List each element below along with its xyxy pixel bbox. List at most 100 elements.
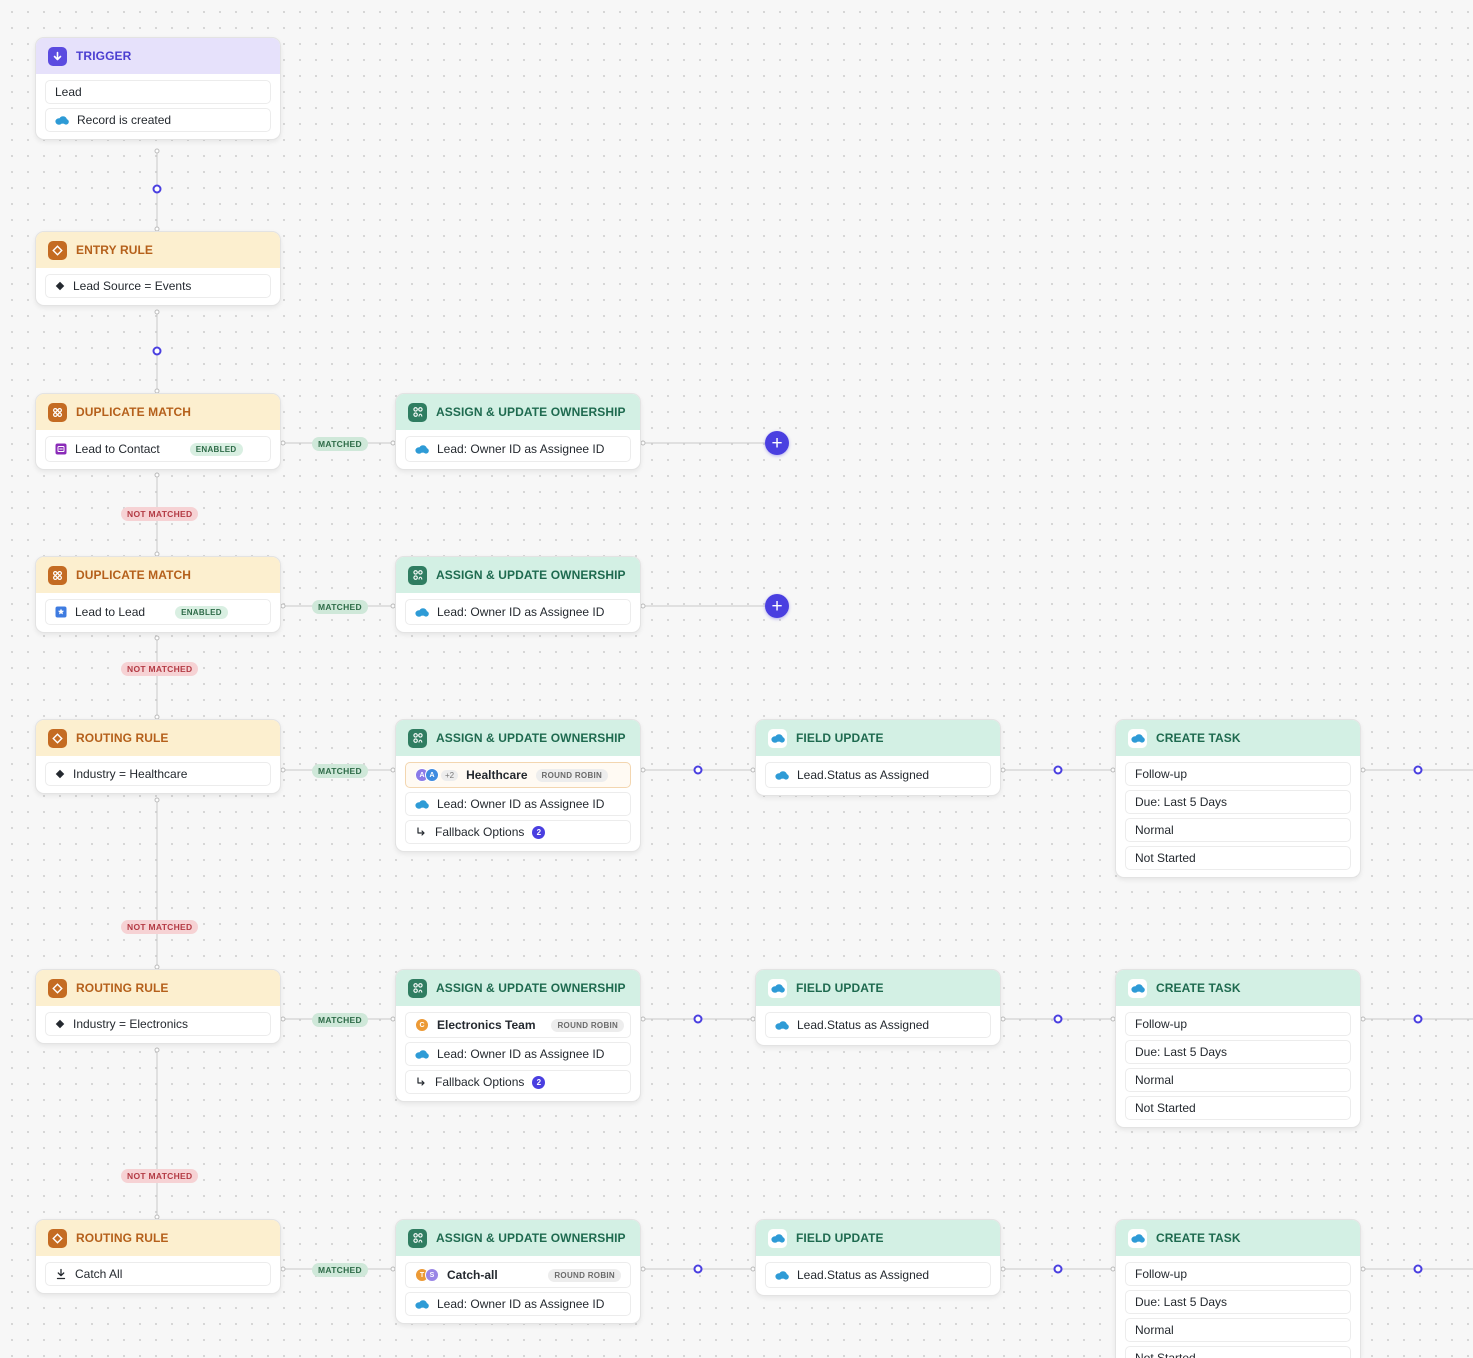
owner-mapping[interactable]: Lead: Owner ID as Assignee ID (405, 792, 631, 816)
matched-label: MATCHED (312, 1263, 368, 1277)
task-due[interactable]: Due: Last 5 Days (1125, 790, 1351, 814)
task-priority[interactable]: Normal (1125, 1318, 1351, 1342)
rule-icon (48, 240, 67, 260)
create-task-node-2[interactable]: CREATE TASK Follow-up Due: Last 5 Days N… (1115, 969, 1361, 1128)
condition-diamond-icon (55, 281, 65, 291)
task-due[interactable]: Due: Last 5 Days (1125, 1040, 1351, 1064)
create-task-node-1[interactable]: CREATE TASK Follow-up Due: Last 5 Days N… (1115, 719, 1361, 878)
create-task-node-3[interactable]: CREATE TASK Follow-up Due: Last 5 Days N… (1115, 1219, 1361, 1358)
team-avatars: C (415, 1018, 429, 1032)
node-title: FIELD UPDATE (796, 731, 884, 745)
round-robin-badge: ROUND ROBIN (548, 1268, 621, 1282)
not-matched-label: NOT MATCHED (121, 1169, 199, 1183)
routing-rule-node-3[interactable]: ROUTING RULE Catch All (35, 1219, 281, 1294)
salesforce-cloud-icon (775, 770, 789, 780)
task-subject[interactable]: Follow-up (1125, 762, 1351, 786)
condition-diamond-icon (55, 769, 65, 779)
entry-rule-condition[interactable]: Lead Source = Events (45, 274, 271, 298)
node-title: FIELD UPDATE (796, 981, 884, 995)
team-avatars: T S (415, 1268, 439, 1282)
task-status[interactable]: Not Started (1125, 846, 1351, 870)
assign-users-icon (408, 402, 427, 422)
field-update-value[interactable]: Lead.Status as Assigned (765, 762, 991, 788)
node-title: CREATE TASK (1156, 1231, 1241, 1245)
assign-ownership-node-5[interactable]: ASSIGN & UPDATE OWNERSHIP T S Catch-all … (395, 1219, 641, 1324)
duplicate-icon (48, 565, 67, 585)
salesforce-icon (768, 978, 787, 998)
node-title: ROUTING RULE (76, 981, 169, 995)
assignee-team[interactable]: C Electronics Team ROUND ROBIN (405, 1012, 631, 1038)
enabled-badge: ENABLED (189, 442, 243, 456)
routing-rule-condition[interactable]: Catch All (45, 1262, 271, 1286)
owner-mapping[interactable]: Lead: Owner ID as Assignee ID (405, 436, 631, 462)
trigger-node[interactable]: TRIGGER Lead Record is created (35, 37, 281, 140)
node-title: TRIGGER (76, 49, 132, 63)
duplicate-match-rule[interactable]: Lead to Lead ENABLED (45, 599, 271, 625)
trigger-event[interactable]: Record is created (45, 108, 271, 132)
enabled-badge: ENABLED (175, 605, 228, 619)
assignee-team[interactable]: A A +2 Healthcare ROUND ROBIN (405, 762, 631, 788)
salesforce-icon (1128, 1228, 1147, 1248)
field-update-value[interactable]: Lead.Status as Assigned (765, 1262, 991, 1288)
fallback-options[interactable]: Fallback Options 2 (405, 820, 631, 844)
salesforce-cloud-icon (775, 1270, 789, 1280)
salesforce-cloud-icon (415, 444, 429, 454)
avatar: A (425, 768, 439, 782)
duplicate-match-node-2[interactable]: DUPLICATE MATCH Lead to Lead ENABLED (35, 556, 281, 633)
fallback-arrow-icon (417, 827, 425, 836)
round-robin-badge: ROUND ROBIN (535, 768, 609, 782)
salesforce-cloud-icon (775, 1020, 789, 1030)
add-step-button[interactable]: + (765, 594, 789, 618)
condition-diamond-icon (55, 1019, 65, 1029)
team-name: Catch-all (447, 1268, 498, 1282)
node-title: ROUTING RULE (76, 731, 169, 745)
field-update-value[interactable]: Lead.Status as Assigned (765, 1012, 991, 1038)
round-robin-badge: ROUND ROBIN (551, 1018, 625, 1032)
task-due[interactable]: Due: Last 5 Days (1125, 1290, 1351, 1314)
field-update-node-1[interactable]: FIELD UPDATE Lead.Status as Assigned (755, 719, 1001, 796)
task-priority[interactable]: Normal (1125, 1068, 1351, 1092)
add-step-button[interactable]: + (765, 431, 789, 455)
salesforce-cloud-icon (415, 1299, 429, 1309)
task-subject[interactable]: Follow-up (1125, 1262, 1351, 1286)
plus-icon: + (771, 595, 783, 617)
salesforce-icon (1128, 978, 1147, 998)
assign-ownership-node-3[interactable]: ASSIGN & UPDATE OWNERSHIP A A +2 Healthc… (395, 719, 641, 852)
assign-ownership-node-4[interactable]: ASSIGN & UPDATE OWNERSHIP C Electronics … (395, 969, 641, 1102)
rule-icon (48, 978, 67, 998)
owner-mapping[interactable]: Lead: Owner ID as Assignee ID (405, 599, 631, 625)
matched-label: MATCHED (312, 437, 368, 451)
routing-rule-condition[interactable]: Industry = Healthcare (45, 762, 271, 786)
entry-rule-node[interactable]: ENTRY RULE Lead Source = Events (35, 231, 281, 306)
team-avatars: A A +2 (415, 768, 459, 782)
routing-rule-node-2[interactable]: ROUTING RULE Industry = Electronics (35, 969, 281, 1044)
lead-star-icon (55, 606, 67, 618)
duplicate-match-node-1[interactable]: DUPLICATE MATCH Lead to Contact ENABLED (35, 393, 281, 470)
owner-mapping[interactable]: Lead: Owner ID as Assignee ID (405, 1042, 631, 1066)
assign-ownership-node-2[interactable]: ASSIGN & UPDATE OWNERSHIP Lead: Owner ID… (395, 556, 641, 633)
node-title: ASSIGN & UPDATE OWNERSHIP (436, 1231, 626, 1245)
routing-rule-condition[interactable]: Industry = Electronics (45, 1012, 271, 1036)
duplicate-icon (48, 402, 67, 422)
assignee-team[interactable]: T S Catch-all ROUND ROBIN (405, 1262, 631, 1288)
plus-icon: + (771, 432, 783, 454)
assign-users-icon (408, 978, 427, 998)
owner-mapping[interactable]: Lead: Owner ID as Assignee ID (405, 1292, 631, 1316)
fallback-options[interactable]: Fallback Options 2 (405, 1070, 631, 1094)
task-priority[interactable]: Normal (1125, 818, 1351, 842)
field-update-node-2[interactable]: FIELD UPDATE Lead.Status as Assigned (755, 969, 1001, 1046)
task-subject[interactable]: Follow-up (1125, 1012, 1351, 1036)
not-matched-label: NOT MATCHED (121, 507, 199, 521)
assign-ownership-node-1[interactable]: ASSIGN & UPDATE OWNERSHIP Lead: Owner ID… (395, 393, 641, 470)
trigger-object[interactable]: Lead (45, 80, 271, 104)
routing-rule-node-1[interactable]: ROUTING RULE Industry = Healthcare (35, 719, 281, 794)
node-title: CREATE TASK (1156, 981, 1241, 995)
fallback-count-badge: 2 (532, 825, 546, 839)
task-status[interactable]: Not Started (1125, 1346, 1351, 1358)
node-title: ROUTING RULE (76, 1231, 169, 1245)
avatar: C (415, 1018, 429, 1032)
more-avatars-count: +2 (441, 769, 459, 781)
field-update-node-3[interactable]: FIELD UPDATE Lead.Status as Assigned (755, 1219, 1001, 1296)
duplicate-match-rule[interactable]: Lead to Contact ENABLED (45, 436, 271, 462)
task-status[interactable]: Not Started (1125, 1096, 1351, 1120)
